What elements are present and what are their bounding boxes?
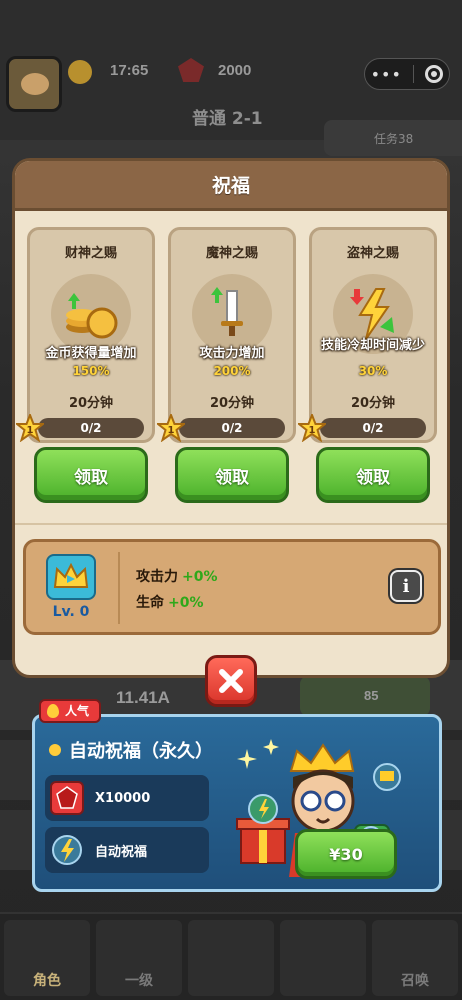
card-effect: 技能冷却时间减少 [320, 338, 425, 353]
crown-icon [46, 554, 96, 600]
more-menu-icon[interactable]: ••• [371, 65, 402, 84]
star-level-number: 1 [168, 425, 175, 436]
player-avatar[interactable] [6, 56, 62, 112]
power-value: 11.41A [116, 688, 170, 707]
capsule-divider [413, 65, 415, 83]
close-button[interactable] [205, 655, 257, 707]
flame-icon [47, 704, 59, 718]
nav-label: 一级 [125, 973, 153, 989]
modal-title: 祝福 [211, 175, 250, 197]
popular-badge-label: 人气 [65, 704, 90, 718]
card-name: 财神之赐 [64, 246, 117, 261]
gold-amount: 17:65 [110, 62, 149, 79]
ruby-icon [49, 780, 85, 816]
promo-title: 自动祝福（永久） [49, 737, 213, 763]
attack-value: +0% [182, 569, 218, 585]
nav-item-3[interactable] [188, 920, 274, 996]
mini-program-capsule: ••• [364, 58, 450, 90]
top-hud: 17:65 2000 ••• 普通 2-1 [0, 0, 462, 140]
card-duration: 20分钟 [350, 396, 396, 411]
star-level-icon: 1 [296, 412, 328, 443]
buy-button[interactable]: ¥30 [295, 829, 397, 879]
bottom-navigation: 角色 一级 召唤 [0, 912, 462, 1000]
nav-item-4[interactable] [280, 920, 366, 996]
gem-icon [178, 58, 204, 82]
card-progress: 0/2 [38, 418, 144, 438]
claim-button-demon[interactable]: 领取 [175, 447, 289, 503]
bg-upgrade-button: 85 [300, 676, 430, 716]
reward-gems: X10000 [45, 775, 209, 821]
upgrade-cost: 85 [364, 688, 379, 703]
blessing-card-wealth: 财神之赐 金币获得量增加 150% 20分钟 0/2 1 [15, 227, 155, 443]
star-level-number: 1 [27, 425, 34, 436]
star-level-number: 1 [309, 425, 316, 436]
card-duration: 20分钟 [209, 396, 255, 411]
reward-auto-bless-label: 自动祝福 [95, 844, 148, 860]
attack-label: 攻击力 [136, 569, 178, 585]
card-effect: 金币获得量增加 [45, 346, 137, 361]
blessing-level: Lv. 0 [52, 604, 90, 620]
modal-header: 祝福 [15, 161, 447, 211]
attack-stat: 攻击力 +0% [136, 566, 218, 586]
claim-button-thief[interactable]: 领取 [316, 447, 430, 503]
hp-stat: 生命 +0% [136, 592, 204, 612]
hp-value: +0% [168, 595, 204, 611]
card-value: 200% [213, 364, 251, 378]
gem-amount: 2000 [218, 62, 252, 79]
nav-item-character[interactable]: 角色 [4, 920, 90, 996]
card-progress: 0/2 [179, 418, 285, 438]
star-level-icon: 1 [155, 412, 187, 443]
card-name: 魔神之赐 [205, 246, 258, 261]
blessing-card-demon: 魔神之赐 攻击力增加 200% 20分钟 0/2 1 [155, 227, 296, 443]
sword-icon [192, 274, 272, 354]
close-program-icon[interactable] [425, 65, 444, 83]
info-button[interactable]: i [390, 570, 422, 602]
blessing-modal: 祝福 财神之赐 金币获得量增加 150% 20分钟 0/2 1 魔神之赐 攻击力… [12, 158, 450, 678]
card-duration: 20分钟 [68, 396, 114, 411]
modal-divider [15, 523, 447, 525]
nav-label: 召唤 [401, 973, 429, 989]
card-icon-bg [51, 274, 131, 354]
gold-coins-icon [51, 274, 131, 354]
claim-button-wealth[interactable]: 领取 [34, 447, 148, 503]
close-icon [219, 669, 243, 693]
gold-coin-icon [68, 60, 92, 84]
star-level-icon: 1 [15, 412, 46, 443]
auto-bless-icon [49, 832, 85, 868]
summary-divider [118, 552, 120, 624]
card-name: 盗神之赐 [346, 246, 399, 261]
promo-title-text: 自动祝福（永久） [69, 741, 213, 762]
nav-item-2[interactable]: 一级 [96, 920, 182, 996]
nav-label: 角色 [33, 973, 61, 989]
auto-blessing-promo: 人气 自动祝福（永久） X10000 自动祝福 ¥30 [32, 699, 442, 892]
reward-gems-amount: X10000 [95, 790, 151, 806]
reward-auto-bless: 自动祝福 [45, 827, 209, 873]
hp-label: 生命 [136, 595, 164, 611]
task-tab[interactable]: 任务38 [324, 120, 462, 156]
blessing-summary-panel: Lv. 0 攻击力 +0% 生命 +0% i [23, 539, 441, 635]
card-value: 30% [358, 364, 388, 378]
card-effect: 攻击力增加 [199, 346, 265, 361]
bullet-icon [49, 744, 61, 756]
stage-label: 普通 2-1 [192, 109, 263, 129]
card-value: 150% [72, 364, 110, 378]
card-progress: 0/2 [320, 418, 426, 438]
blessing-card-thief: 盗神之赐 技能冷却时间减少 30% 20分钟 0/2 1 [296, 227, 437, 443]
popular-badge: 人气 [39, 699, 102, 723]
card-icon-bg [192, 274, 272, 354]
nav-item-summon[interactable]: 召唤 [372, 920, 458, 996]
